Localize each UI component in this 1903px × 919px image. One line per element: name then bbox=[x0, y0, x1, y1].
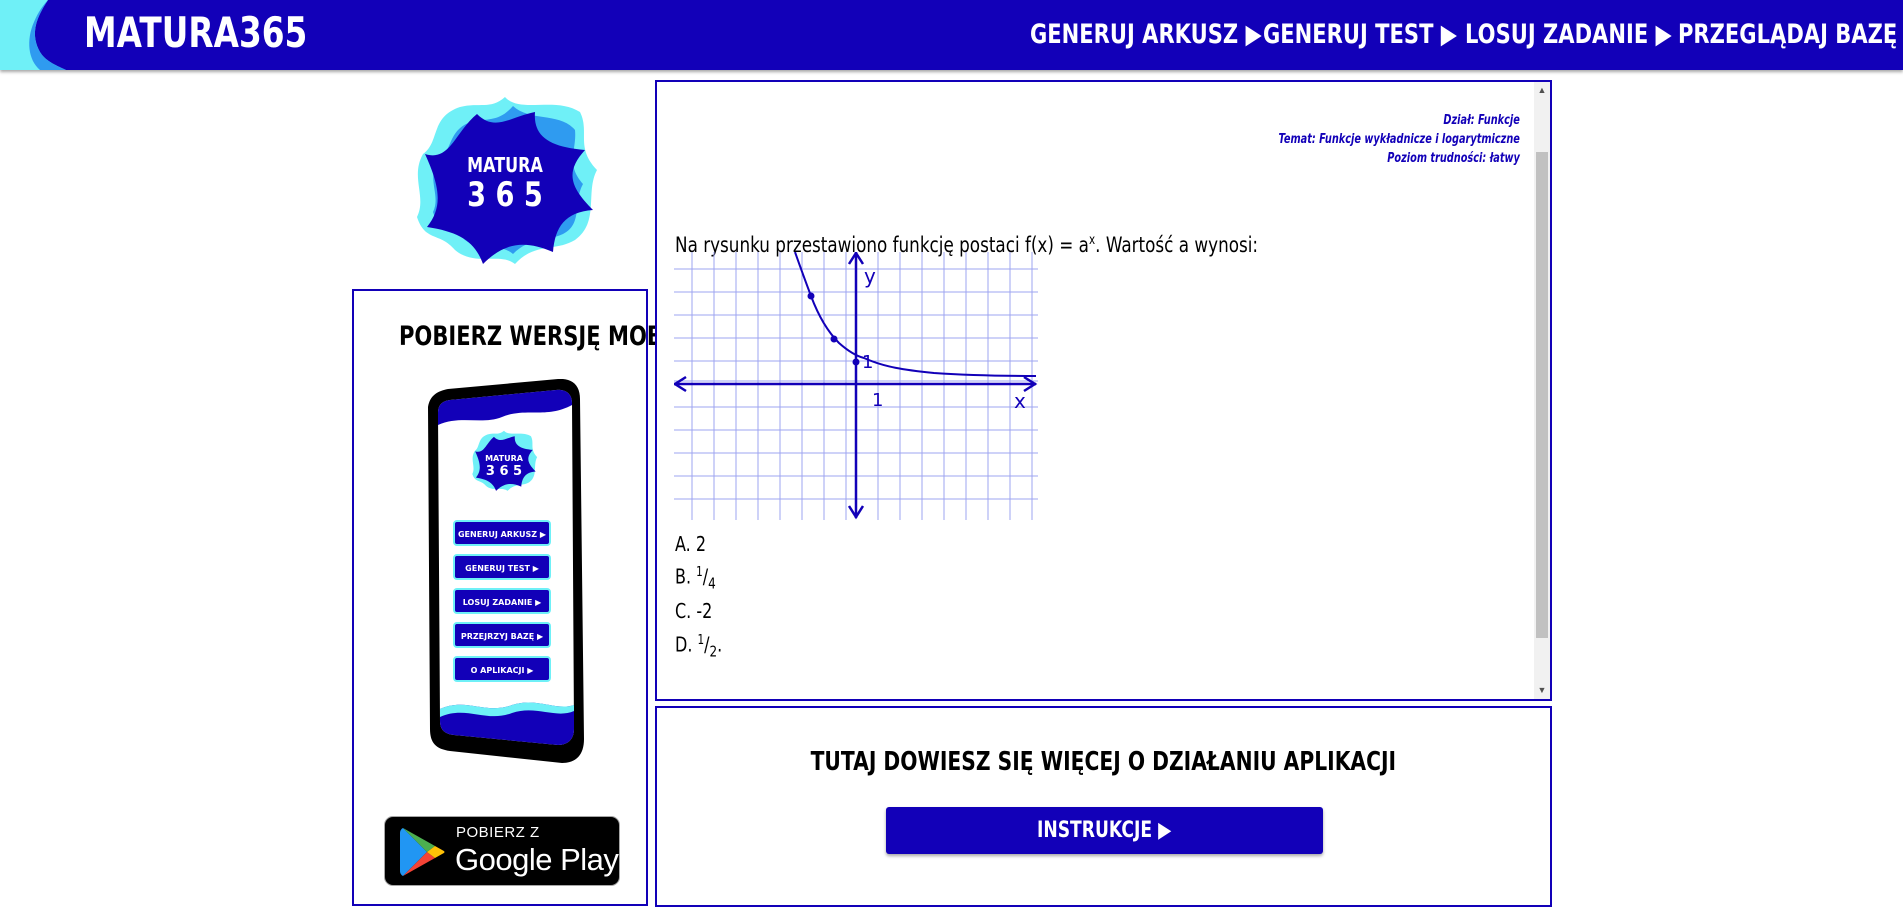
google-play-badge[interactable]: POBIERZ Z Google Play bbox=[384, 816, 620, 886]
graph-y-label: y bbox=[864, 264, 876, 288]
answer-b: B. 1/4 bbox=[675, 564, 716, 593]
graph-tick-x-1: 1 bbox=[872, 390, 883, 411]
graph-point bbox=[852, 358, 860, 366]
task-poziom: Poziom trudności: łatwy bbox=[1387, 151, 1520, 166]
svg-text:GENERUJ TEST ▶: GENERUJ TEST ▶ bbox=[465, 564, 540, 573]
graph-point bbox=[807, 292, 815, 300]
phone-menu-button: GENERUJ TEST ▶ bbox=[453, 554, 551, 580]
phone-menu-button: PRZEJRZYJ BAZĘ ▶ bbox=[453, 622, 551, 648]
task-metadata: Dział: Funkcje Temat: Funkcje wykładnicz… bbox=[1198, 111, 1520, 168]
svg-text:O APLIKACJI ▶: O APLIKACJI ▶ bbox=[471, 666, 535, 675]
top-navbar: MATURA365 GENERUJ ARKUSZ ▶ GENERUJ TEST … bbox=[0, 0, 1903, 70]
task-scrollbar[interactable]: ▲ ▼ bbox=[1534, 82, 1550, 699]
header-wave-decoration bbox=[0, 0, 66, 70]
logo-text-365: 3 6 5 bbox=[467, 175, 543, 215]
scroll-up-arrow-icon[interactable]: ▲ bbox=[1534, 82, 1550, 99]
nav-przegladaj-baze[interactable]: PRZEGLĄDAJ BAZĘ ▶ bbox=[1678, 17, 1903, 52]
answer-a: A. 2 bbox=[675, 532, 707, 556]
task-dzial: Dział: Funkcje bbox=[1443, 113, 1520, 128]
google-play-icon bbox=[400, 828, 445, 876]
google-play-top-text: POBIERZ Z bbox=[456, 824, 540, 841]
phone-logo-matura: MATURA bbox=[485, 454, 524, 463]
graph-tick-y-1: 1 bbox=[862, 352, 873, 373]
instructions-button[interactable]: INSTRUKCJE ▶ bbox=[886, 807, 1323, 854]
graph-point bbox=[830, 335, 838, 343]
scroll-down-arrow-icon[interactable]: ▼ bbox=[1534, 682, 1550, 699]
phone-logo-365: 3 6 5 bbox=[486, 464, 522, 479]
google-play-main-text: Google Play bbox=[455, 842, 619, 877]
function-curve bbox=[794, 252, 1037, 377]
mobile-app-title: POBIERZ WERSJĘ MOBILNĄ bbox=[398, 321, 719, 352]
task-panel: Dział: Funkcje Temat: Funkcje wykładnicz… bbox=[655, 80, 1552, 701]
logo-text-matura: MATURA bbox=[467, 154, 543, 177]
phone-menu-button: GENERUJ ARKUSZ ▶ bbox=[453, 520, 551, 546]
app-info-panel: TUTAJ DOWIESZ SIĘ WIĘCEJ O DZIAŁANIU APL… bbox=[655, 706, 1552, 907]
svg-text:PRZEJRZYJ BAZĘ ▶: PRZEJRZYJ BAZĘ ▶ bbox=[461, 632, 544, 641]
answer-d: D. 1/2. bbox=[675, 632, 723, 661]
function-graph: y x 1 1 bbox=[674, 252, 1038, 520]
mobile-app-panel: POBIERZ WERSJĘ MOBILNĄ MATURA 3 6 5 GENE… bbox=[352, 289, 719, 906]
svg-text:LOSUJ ZADANIE ▶: LOSUJ ZADANIE ▶ bbox=[463, 598, 542, 607]
brand-logo-text[interactable]: MATURA365 bbox=[84, 8, 370, 58]
phone-mockup-image: MATURA 3 6 5 GENERUJ ARKUSZ ▶ GENERUJ TE… bbox=[428, 379, 584, 763]
info-title: TUTAJ DOWIESZ SIĘ WIĘCEJ O DZIAŁANIU APL… bbox=[810, 747, 1397, 777]
task-temat: Temat: Funkcje wykładnicze i logarytmicz… bbox=[1278, 132, 1520, 147]
phone-menu-button: LOSUJ ZADANIE ▶ bbox=[453, 588, 551, 614]
app-logo: MATURA 3 6 5 bbox=[405, 92, 605, 270]
svg-text:GENERUJ ARKUSZ ▶: GENERUJ ARKUSZ ▶ bbox=[458, 530, 547, 539]
answer-c: C. -2 bbox=[675, 599, 713, 623]
graph-x-label: x bbox=[1014, 389, 1026, 413]
phone-menu-button: O APLIKACJI ▶ bbox=[453, 656, 551, 682]
scroll-thumb[interactable] bbox=[1536, 152, 1548, 638]
